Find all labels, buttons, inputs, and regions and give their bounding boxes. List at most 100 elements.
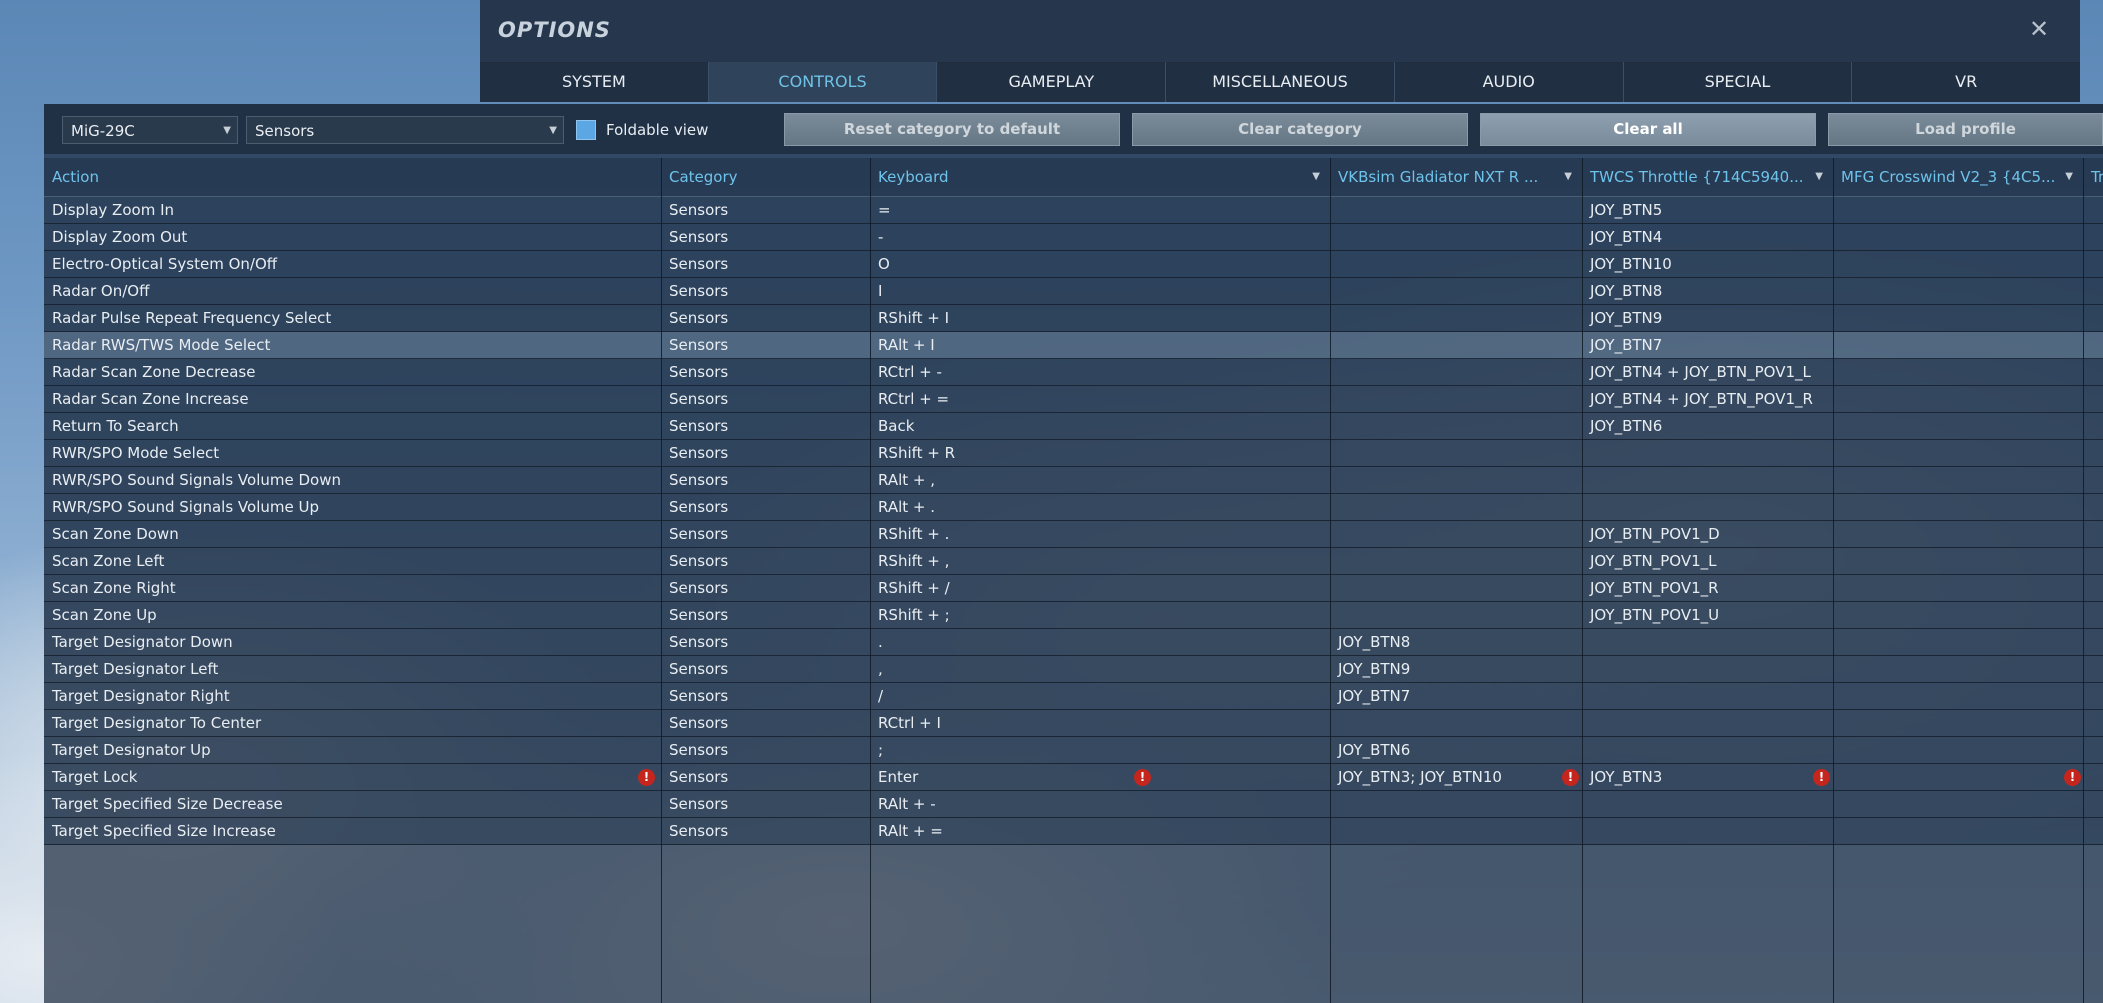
cell-mfg-crosswind[interactable]	[1833, 656, 2083, 682]
cell-mfg-crosswind[interactable]	[1833, 791, 2083, 817]
cell-keyboard[interactable]: RAlt + =	[870, 818, 1330, 844]
table-row[interactable]: Target Lock Sensors Enter JOY_BTN3; JOY_BTN…	[44, 764, 2103, 791]
table-row[interactable]: Target Designator Right Sensors / JOY_BTN7	[44, 683, 2103, 710]
cell-keyboard[interactable]: Enter	[870, 764, 1330, 790]
cell-twcs-throttle[interactable]: JOY_BTN4 + JOY_BTN_POV1_L	[1582, 359, 1833, 385]
cell-trackir[interactable]	[2083, 764, 2103, 790]
cell-vkbsim[interactable]	[1330, 521, 1582, 547]
cell-twcs-throttle[interactable]: JOY_BTN_POV1_R	[1582, 575, 1833, 601]
cell-twcs-throttle[interactable]	[1582, 656, 1833, 682]
cell-mfg-crosswind[interactable]	[1833, 467, 2083, 493]
cell-vkbsim[interactable]	[1330, 791, 1582, 817]
table-row[interactable]: Radar RWS/TWS Mode Select Sensors RAlt + I…	[44, 332, 2103, 359]
cell-vkbsim[interactable]	[1330, 548, 1582, 574]
table-row[interactable]: Scan Zone Down Sensors RShift + . JOY_BTN_P…	[44, 521, 2103, 548]
chevron-down-icon[interactable]: ▼	[2065, 158, 2073, 196]
cell-mfg-crosswind[interactable]	[1833, 251, 2083, 277]
cell-keyboard[interactable]: ;	[870, 737, 1330, 763]
cell-keyboard[interactable]: RCtrl + =	[870, 386, 1330, 412]
cell-mfg-crosswind[interactable]	[1833, 575, 2083, 601]
aircraft-select[interactable]: MiG-29C ▼	[62, 116, 238, 144]
cell-mfg-crosswind[interactable]	[1833, 710, 2083, 736]
cell-mfg-crosswind[interactable]	[1833, 305, 2083, 331]
cell-vkbsim[interactable]: JOY_BTN3; JOY_BTN10	[1330, 764, 1582, 790]
cell-keyboard[interactable]: RCtrl + -	[870, 359, 1330, 385]
cell-trackir[interactable]	[2083, 629, 2103, 655]
cell-mfg-crosswind[interactable]	[1833, 494, 2083, 520]
cell-vkbsim[interactable]: JOY_BTN7	[1330, 683, 1582, 709]
column-header-twcs-throttle[interactable]: TWCS Throttle {714C5940... ▼	[1582, 158, 1833, 196]
tab-vr[interactable]: VR	[1852, 62, 2080, 102]
table-row[interactable]: Electro-Optical System On/Off Sensors O JOY…	[44, 251, 2103, 278]
category-select[interactable]: Sensors ▼	[246, 116, 564, 144]
column-header-category[interactable]: Category	[661, 158, 870, 196]
tab-gameplay[interactable]: GAMEPLAY	[937, 62, 1167, 102]
table-row[interactable]: Target Specified Size Increase Sensors RAl…	[44, 818, 2103, 845]
cell-mfg-crosswind[interactable]	[1833, 683, 2083, 709]
table-row[interactable]: Scan Zone Right Sensors RShift + / JOY_BTN_…	[44, 575, 2103, 602]
cell-vkbsim[interactable]	[1330, 494, 1582, 520]
cell-trackir[interactable]	[2083, 656, 2103, 682]
cell-trackir[interactable]	[2083, 683, 2103, 709]
table-row[interactable]: RWR/SPO Sound Signals Volume Down Sensors…	[44, 467, 2103, 494]
chevron-down-icon[interactable]: ▼	[1312, 158, 1320, 196]
cell-keyboard[interactable]: ,	[870, 656, 1330, 682]
close-button[interactable]: ✕	[2026, 16, 2052, 42]
cell-twcs-throttle[interactable]: JOY_BTN6	[1582, 413, 1833, 439]
cell-twcs-throttle[interactable]: JOY_BTN3	[1582, 764, 1833, 790]
cell-keyboard[interactable]: RCtrl + I	[870, 710, 1330, 736]
cell-mfg-crosswind[interactable]	[1833, 521, 2083, 547]
cell-keyboard[interactable]: /	[870, 683, 1330, 709]
cell-trackir[interactable]	[2083, 224, 2103, 250]
cell-vkbsim[interactable]	[1330, 224, 1582, 250]
cell-trackir[interactable]	[2083, 467, 2103, 493]
column-header-keyboard[interactable]: Keyboard ▼	[870, 158, 1330, 196]
table-row[interactable]: Radar Scan Zone Decrease Sensors RCtrl + -…	[44, 359, 2103, 386]
cell-trackir[interactable]	[2083, 359, 2103, 385]
cell-twcs-throttle[interactable]: JOY_BTN8	[1582, 278, 1833, 304]
cell-vkbsim[interactable]	[1330, 710, 1582, 736]
cell-trackir[interactable]	[2083, 737, 2103, 763]
cell-trackir[interactable]	[2083, 305, 2103, 331]
cell-mfg-crosswind[interactable]	[1833, 359, 2083, 385]
cell-twcs-throttle[interactable]	[1582, 440, 1833, 466]
cell-vkbsim[interactable]	[1330, 413, 1582, 439]
cell-trackir[interactable]	[2083, 197, 2103, 223]
cell-vkbsim[interactable]: JOY_BTN8	[1330, 629, 1582, 655]
cell-twcs-throttle[interactable]	[1582, 737, 1833, 763]
cell-mfg-crosswind[interactable]	[1833, 818, 2083, 844]
cell-vkbsim[interactable]	[1330, 332, 1582, 358]
table-row[interactable]: Display Zoom Out Sensors - JOY_BTN4	[44, 224, 2103, 251]
cell-keyboard[interactable]: -	[870, 224, 1330, 250]
cell-trackir[interactable]	[2083, 251, 2103, 277]
chevron-down-icon[interactable]: ▼	[1815, 158, 1823, 196]
tab-controls[interactable]: CONTROLS	[708, 62, 938, 102]
cell-keyboard[interactable]: RShift + ;	[870, 602, 1330, 628]
cell-trackir[interactable]	[2083, 710, 2103, 736]
cell-mfg-crosswind[interactable]	[1833, 548, 2083, 574]
cell-twcs-throttle[interactable]: JOY_BTN10	[1582, 251, 1833, 277]
cell-mfg-crosswind[interactable]	[1833, 629, 2083, 655]
cell-keyboard[interactable]: RAlt + .	[870, 494, 1330, 520]
cell-twcs-throttle[interactable]: JOY_BTN7	[1582, 332, 1833, 358]
cell-vkbsim[interactable]: JOY_BTN6	[1330, 737, 1582, 763]
cell-vkbsim[interactable]	[1330, 467, 1582, 493]
cell-vkbsim[interactable]	[1330, 818, 1582, 844]
clear-category-button[interactable]: Clear category	[1132, 113, 1468, 146]
table-row[interactable]: RWR/SPO Mode Select Sensors RShift + R	[44, 440, 2103, 467]
cell-trackir[interactable]	[2083, 278, 2103, 304]
load-profile-button[interactable]: Load profile	[1828, 113, 2103, 146]
cell-vkbsim[interactable]	[1330, 197, 1582, 223]
cell-vkbsim[interactable]	[1330, 305, 1582, 331]
cell-twcs-throttle[interactable]	[1582, 710, 1833, 736]
table-row[interactable]: Target Designator To Center Sensors RCtrl …	[44, 710, 2103, 737]
cell-mfg-crosswind[interactable]	[1833, 278, 2083, 304]
cell-keyboard[interactable]: RAlt + I	[870, 332, 1330, 358]
table-row[interactable]: Radar Pulse Repeat Frequency Select Senso…	[44, 305, 2103, 332]
cell-vkbsim[interactable]	[1330, 386, 1582, 412]
clear-all-button[interactable]: Clear all	[1480, 113, 1816, 146]
cell-keyboard[interactable]: I	[870, 278, 1330, 304]
column-header-mfg-crosswind[interactable]: MFG Crosswind V2_3 {4C5... ▼	[1833, 158, 2083, 196]
cell-vkbsim[interactable]	[1330, 359, 1582, 385]
table-row[interactable]: Display Zoom In Sensors = JOY_BTN5	[44, 197, 2103, 224]
